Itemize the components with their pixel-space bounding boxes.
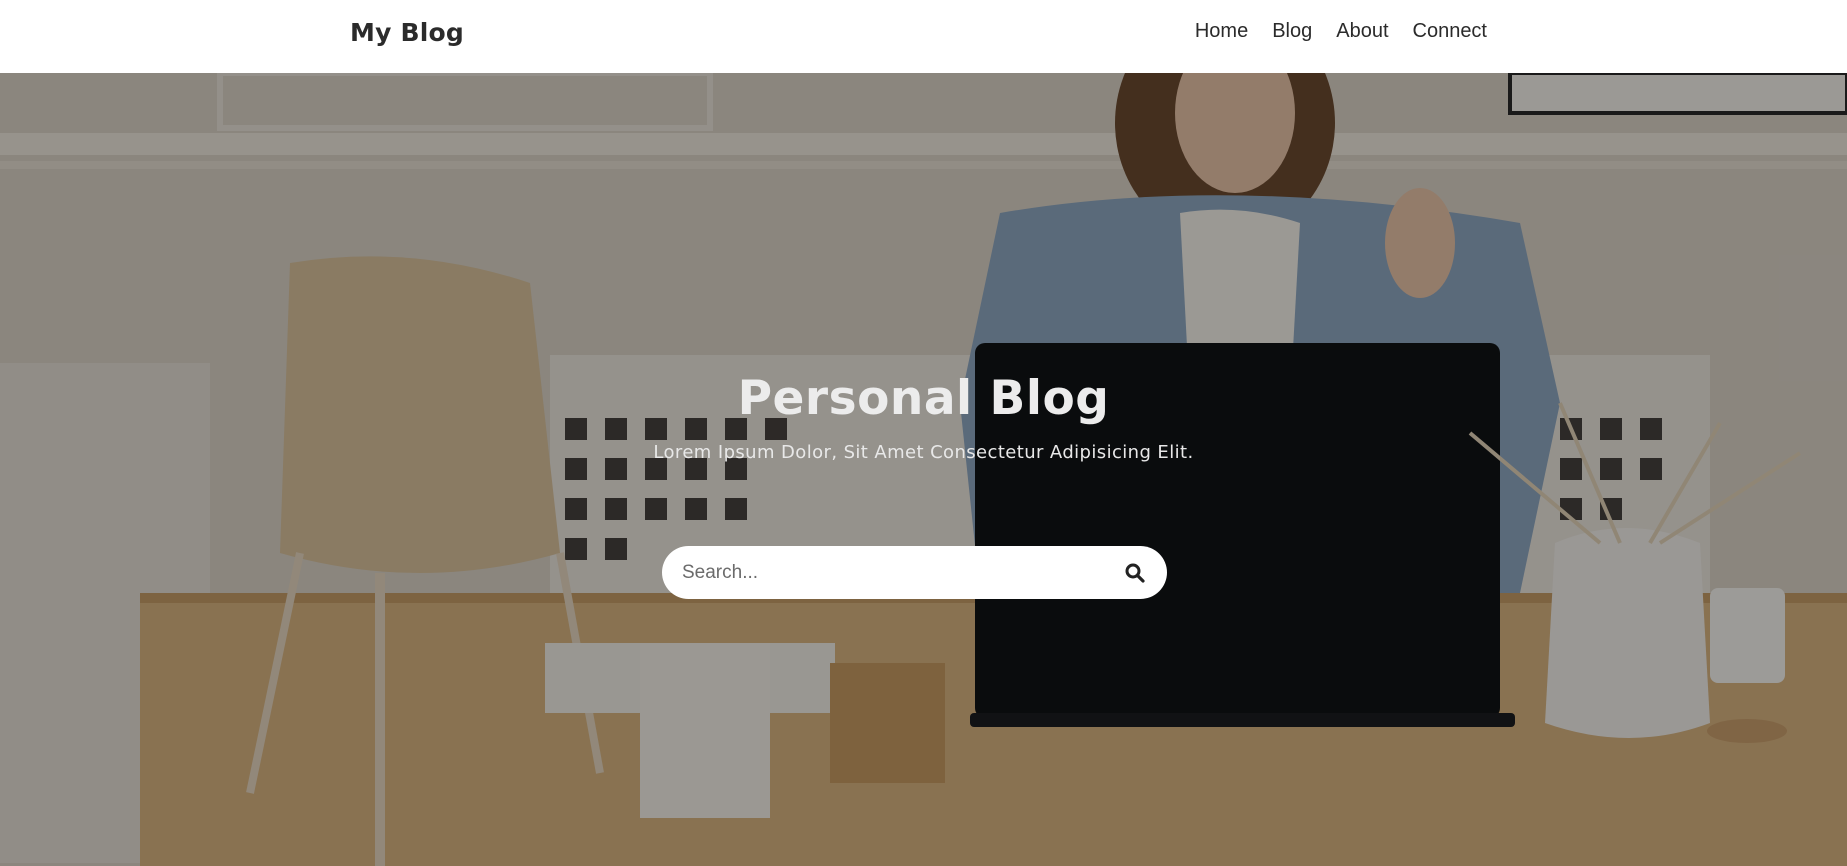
hero-title: Personal Blog xyxy=(737,371,1110,426)
navbar: My Blog Home Blog About Connect xyxy=(0,0,1847,73)
main-nav: Home Blog About Connect xyxy=(1195,20,1487,43)
hero-subtitle: Lorem Ipsum Dolor, Sit Amet Consectetur … xyxy=(653,442,1194,463)
nav-about[interactable]: About xyxy=(1336,20,1388,43)
search-icon xyxy=(1125,563,1145,583)
search-bar xyxy=(662,546,1167,599)
search-input[interactable] xyxy=(680,560,1121,585)
hero-section: Personal Blog Lorem Ipsum Dolor, Sit Ame… xyxy=(0,73,1847,866)
nav-connect[interactable]: Connect xyxy=(1413,20,1488,43)
nav-blog[interactable]: Blog xyxy=(1272,20,1312,43)
hero-overlay xyxy=(0,73,1847,866)
search-button[interactable] xyxy=(1121,559,1149,587)
nav-home[interactable]: Home xyxy=(1195,20,1248,43)
brand-logo[interactable]: My Blog xyxy=(350,18,464,47)
